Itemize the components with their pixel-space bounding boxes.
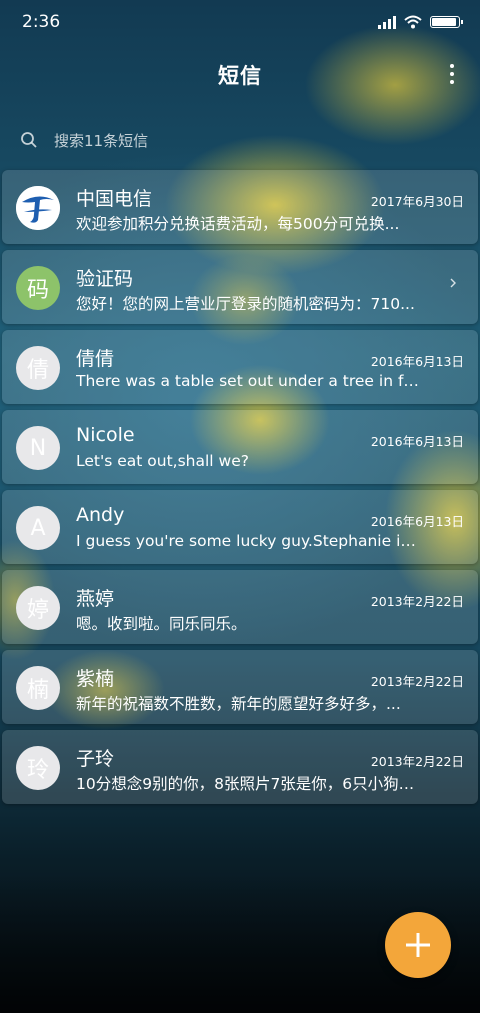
header: 短信 — [0, 52, 480, 98]
message-date: 2016年6月13日 — [370, 354, 464, 369]
message-date: 2013年2月22日 — [370, 674, 464, 689]
avatar: N — [16, 426, 60, 470]
conversation-item[interactable]: 码 验证码 您好！您的网上营业厅登录的随机密码为：710... — [2, 250, 478, 324]
message-preview: 新年的祝福数不胜数，新年的愿望好多好多，... — [76, 695, 401, 713]
message-preview: 嗯。收到啦。同乐同乐。 — [76, 615, 247, 633]
chevron-right-icon — [450, 278, 456, 288]
message-preview: 您好！您的网上营业厅登录的随机密码为：710... — [76, 295, 415, 313]
avatar: 玲 — [16, 746, 60, 790]
battery-icon — [430, 16, 463, 28]
message-preview: I guess you're some lucky guy.Stephanie … — [76, 532, 421, 550]
message-preview: There was a table set out under a tree i… — [76, 372, 421, 390]
conversation-item[interactable]: 楠 紫楠 2013年2月22日 新年的祝福数不胜数，新年的愿望好多好多，... — [2, 650, 478, 724]
status-bar: 2:36 — [0, 0, 480, 44]
contact-name: Andy — [76, 504, 125, 526]
message-date: 2013年2月22日 — [370, 594, 464, 609]
more-options-icon[interactable] — [450, 64, 454, 84]
message-date: 2016年6月13日 — [370, 514, 464, 529]
avatar — [16, 186, 60, 230]
conversation-item[interactable]: 中国电信 2017年6月30日 欢迎参加积分兑换话费活动，每500分可兑换... — [2, 170, 478, 244]
plus-icon — [406, 933, 430, 957]
message-preview: Let's eat out,shall we? — [76, 452, 249, 470]
status-time: 2:36 — [22, 12, 61, 32]
new-message-button[interactable] — [385, 912, 451, 978]
avatar: 倩 — [16, 346, 60, 390]
contact-name: 子玲 — [76, 748, 115, 770]
conversation-item[interactable]: 婷 燕婷 2013年2月22日 嗯。收到啦。同乐同乐。 — [2, 570, 478, 644]
message-date: 2016年6月13日 — [370, 434, 464, 449]
wifi-icon — [404, 15, 422, 29]
avatar: 婷 — [16, 586, 60, 630]
page-title: 短信 — [218, 64, 262, 88]
avatar: 码 — [16, 266, 60, 310]
contact-name: 燕婷 — [76, 588, 115, 610]
message-preview: 欢迎参加积分兑换话费活动，每500分可兑换... — [76, 215, 400, 233]
avatar: A — [16, 506, 60, 550]
message-date: 2013年2月22日 — [370, 754, 464, 769]
conversation-item[interactable]: 倩 倩倩 2016年6月13日 There was a table set ou… — [2, 330, 478, 404]
avatar: 楠 — [16, 666, 60, 710]
contact-name: 倩倩 — [76, 348, 115, 370]
contact-name: 中国电信 — [76, 188, 153, 210]
china-telecom-logo-icon — [16, 186, 60, 230]
search-icon — [21, 132, 37, 148]
message-date: 2017年6月30日 — [370, 194, 464, 209]
message-preview: 10分想念9别的你，8张照片7张是你，6只小狗5... — [76, 775, 421, 793]
cell-signal-icon — [378, 15, 396, 29]
contact-name: 验证码 — [76, 268, 134, 290]
status-icons — [378, 15, 463, 29]
contact-name: Nicole — [76, 424, 135, 446]
conversation-item[interactable]: 玲 子玲 2013年2月22日 10分想念9别的你，8张照片7张是你，6只小狗5… — [2, 730, 478, 804]
contact-name: 紫楠 — [76, 668, 115, 690]
search-input[interactable]: 搜索11条短信 — [54, 130, 148, 151]
search-bar[interactable]: 搜索11条短信 — [20, 122, 460, 158]
conversation-item[interactable]: N Nicole 2016年6月13日 Let's eat out,shall … — [2, 410, 478, 484]
conversation-item[interactable]: A Andy 2016年6月13日 I guess you're some lu… — [2, 490, 478, 564]
